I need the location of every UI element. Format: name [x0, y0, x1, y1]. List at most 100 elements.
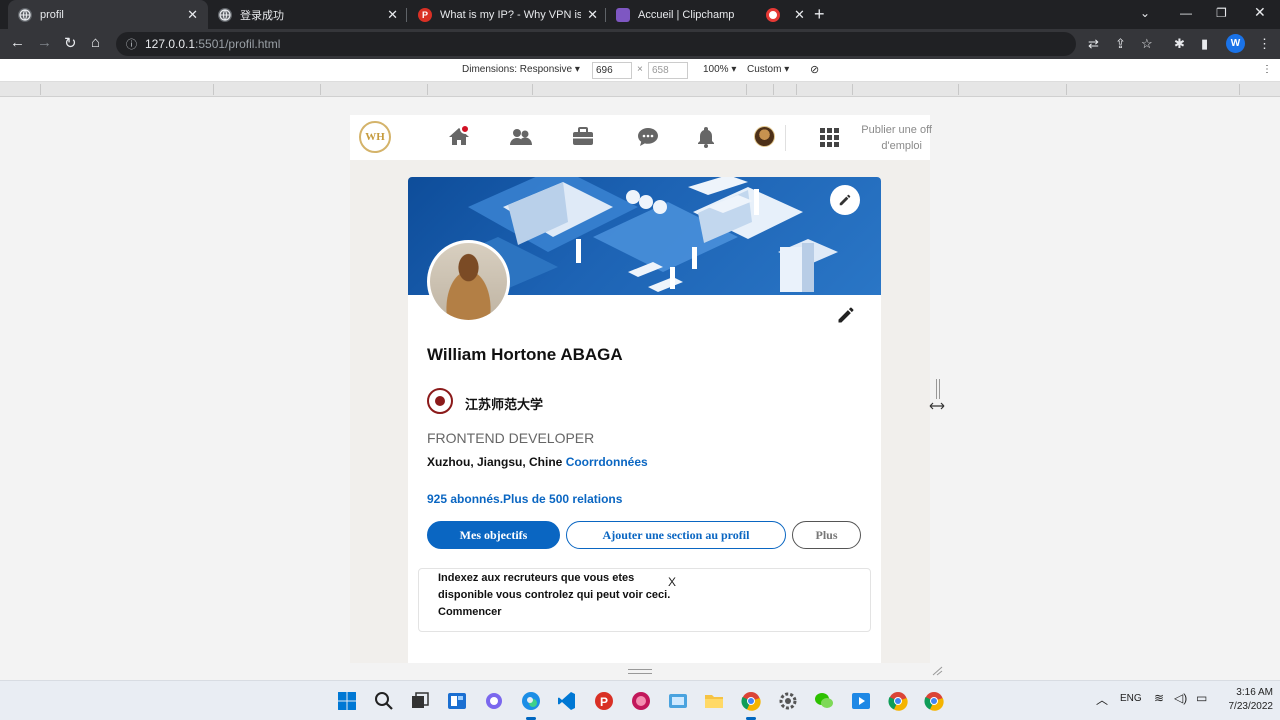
control-panel-icon[interactable]	[668, 691, 688, 711]
zoom-label: 100%	[703, 64, 729, 75]
tab-title: profil	[40, 8, 64, 21]
publish-line-2: d'emploi	[881, 140, 922, 152]
site-logo[interactable]: WH	[359, 121, 391, 153]
contact-info-link[interactable]: Coorrdonnées	[566, 455, 648, 469]
wifi-icon[interactable]: ≋	[1154, 691, 1164, 705]
maximize-icon[interactable]: ❐	[1216, 6, 1227, 20]
zoom-dropdown[interactable]: 100% ▾	[703, 64, 736, 75]
file-explorer-icon[interactable]	[704, 691, 724, 711]
location-text: Xuzhou, Jiangsu, Chine	[427, 455, 563, 469]
chrome-second-icon[interactable]	[888, 691, 908, 711]
devtools-more-icon[interactable]: ⋮	[1262, 64, 1272, 75]
throttle-dropdown[interactable]: Custom ▾	[747, 64, 789, 75]
jobs-briefcase-icon[interactable]	[571, 125, 595, 149]
tab-title: 登录成功	[240, 9, 284, 22]
teams-chat-icon[interactable]	[484, 691, 504, 711]
viewport-resize-corner-icon[interactable]	[931, 666, 943, 676]
publish-job-link[interactable]: Publier une off d'emploi	[852, 122, 932, 154]
add-section-button[interactable]: Ajouter une section au profil	[566, 521, 786, 549]
tab-title: What is my IP? - Why VPN is imp	[440, 8, 582, 21]
width-input[interactable]: 696	[592, 62, 632, 79]
url-path: :5501/profil.html	[195, 37, 281, 51]
profile-photo[interactable]	[427, 240, 510, 323]
messaging-icon[interactable]	[636, 125, 660, 149]
throttle-label: Custom	[747, 64, 782, 75]
close-tab-icon[interactable]: ✕	[187, 7, 198, 23]
profile-name: William Hortone ABAGA	[427, 345, 623, 364]
edit-intro-pencil-icon[interactable]	[836, 305, 856, 325]
close-tab-icon[interactable]: ✕	[587, 7, 598, 23]
browser-menu-icon[interactable]: ⋮	[1258, 36, 1271, 52]
extensions-icon[interactable]: ✱	[1174, 36, 1185, 52]
notifications-bell-icon[interactable]	[694, 125, 718, 149]
globe-icon	[18, 7, 32, 22]
publish-line-1: Publier une off	[861, 124, 932, 136]
apps-grid-icon[interactable]	[817, 125, 841, 149]
vscode-icon[interactable]	[557, 691, 577, 711]
notice-close-button[interactable]: X	[668, 575, 676, 589]
translate-icon[interactable]: ⇄	[1088, 36, 1099, 52]
wechat-icon[interactable]	[814, 691, 834, 711]
battery-icon[interactable]: ▭	[1196, 691, 1207, 705]
dimensions-label: Dimensions: Responsive	[462, 64, 573, 75]
volume-icon[interactable]: ◁)	[1174, 691, 1187, 705]
browser-profile-avatar[interactable]: W	[1226, 34, 1245, 53]
back-icon[interactable]: ←	[10, 34, 25, 51]
me-avatar[interactable]	[754, 126, 775, 147]
notice-start-link[interactable]: Commencer	[438, 604, 683, 621]
browser-tab-recording[interactable]: ✕	[756, 0, 806, 29]
viewport-resize-handle-bottom[interactable]	[628, 669, 652, 674]
resize-cursor-icon	[929, 402, 945, 410]
chrome-profile-w-taskbar-icon[interactable]	[741, 691, 761, 720]
bookmark-star-icon[interactable]: ☆	[1141, 36, 1153, 52]
site-info-icon[interactable]: ⓘ	[126, 36, 137, 52]
browser-toolbar: ← → ↻ ⌂ ⓘ 127.0.0.1 :5501/profil.html ⇄ …	[0, 29, 1280, 59]
system-clock[interactable]: 3:16 AM 7/23/2022	[1213, 686, 1274, 714]
forward-icon[interactable]: →	[37, 34, 52, 51]
chrome-third-icon[interactable]	[924, 691, 944, 711]
show-hidden-icons-chevron[interactable]: ︿	[1096, 691, 1108, 708]
address-bar[interactable]: ⓘ 127.0.0.1 :5501/profil.html	[116, 32, 1076, 56]
minimize-icon[interactable]: —	[1180, 6, 1192, 20]
browser-tab-login[interactable]: 登录成功 ✕	[208, 0, 408, 29]
task-view-icon[interactable]	[410, 691, 430, 711]
notice-text: Indexez aux recruteurs que vous etes dis…	[438, 570, 683, 621]
vpn-app-icon[interactable]: P	[594, 691, 614, 711]
tab-search-icon[interactable]: ⌄	[1140, 6, 1150, 20]
vpn-favicon-icon: P	[418, 7, 432, 22]
search-icon[interactable]	[374, 691, 394, 711]
school-logo[interactable]	[427, 388, 453, 414]
windows-start-icon[interactable]	[337, 691, 357, 711]
rotate-icon[interactable]: ⊘	[810, 63, 819, 76]
clipchamp-icon	[616, 7, 630, 22]
browser-tab-clipchamp[interactable]: Accueil | Clipchamp	[606, 0, 756, 29]
media-player-icon[interactable]	[851, 691, 871, 711]
edge-taskbar-icon[interactable]	[521, 691, 541, 720]
close-tab-icon[interactable]: ✕	[387, 7, 398, 23]
input-language[interactable]: ENG	[1120, 693, 1142, 704]
close-window-icon[interactable]: ✕	[1254, 4, 1266, 21]
height-input[interactable]: 658	[648, 62, 688, 79]
share-icon[interactable]: ⇪	[1115, 36, 1126, 52]
browser-tab-profil[interactable]: profil ✕	[8, 0, 208, 29]
media-query-ruler	[0, 82, 1280, 97]
new-tab-icon[interactable]: +	[814, 4, 825, 25]
profile-card: William Hortone ABAGA 江苏师范大学 FRONTEND DE…	[408, 177, 881, 663]
settings-gear-icon[interactable]	[778, 691, 798, 711]
widgets-icon[interactable]	[447, 691, 467, 711]
reload-icon[interactable]: ↻	[64, 34, 77, 52]
side-panel-icon[interactable]: ▮	[1201, 36, 1208, 52]
followers-connections-link[interactable]: 925 abonnés.Plus de 500 relations	[427, 492, 622, 506]
site-top-nav: WH Publier une off d'emploi	[350, 115, 932, 160]
more-button[interactable]: Plus	[792, 521, 861, 549]
edit-banner-button[interactable]	[830, 185, 860, 215]
close-tab-icon[interactable]: ✕	[794, 7, 805, 23]
home-browser-icon[interactable]: ⌂	[91, 34, 100, 51]
goals-button[interactable]: Mes objectifs	[427, 521, 560, 549]
school-name[interactable]: 江苏师范大学	[465, 394, 543, 413]
dimensions-dropdown[interactable]: Dimensions: Responsive ▾	[462, 64, 580, 75]
design-app-icon[interactable]	[631, 691, 651, 711]
network-icon[interactable]	[509, 125, 533, 149]
viewport-resize-handle-right[interactable]	[936, 379, 940, 399]
browser-tab-whatismyip[interactable]: P What is my IP? - Why VPN is imp ✕	[408, 0, 608, 29]
